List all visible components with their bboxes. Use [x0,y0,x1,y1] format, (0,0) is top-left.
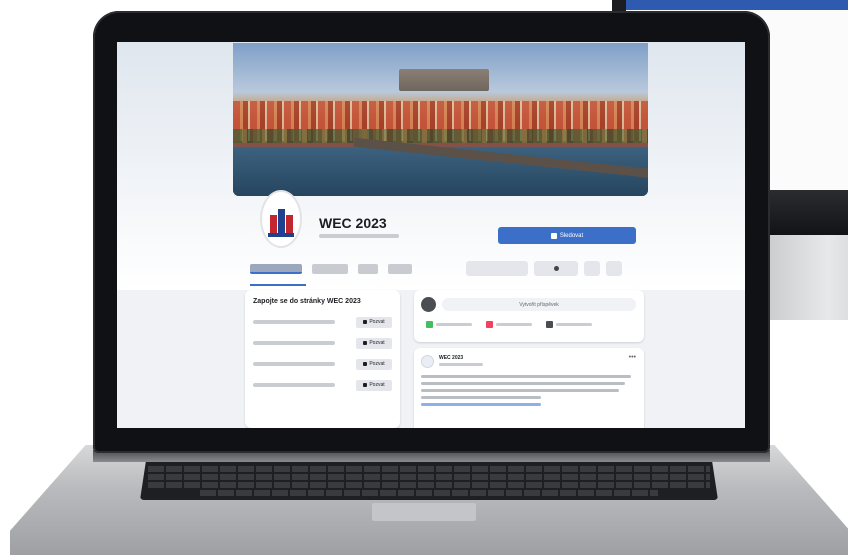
page-avatar[interactable] [260,190,302,248]
page-subtitle-placeholder [319,234,399,238]
composer-photo-action[interactable] [426,321,472,328]
laptop-keyboard [140,462,718,500]
keyboard-row [148,482,710,488]
post-link[interactable] [421,403,541,406]
post-timestamp-placeholder [439,363,483,366]
message-chip[interactable] [466,261,528,276]
like-chip[interactable] [534,261,578,276]
cover-trees [233,129,648,143]
composer-avatar [421,297,436,312]
invite-row-text [253,362,335,366]
action-label-placeholder [436,323,472,326]
invite-row: Pozvat [253,376,392,394]
composer-tag-action[interactable] [546,321,592,328]
laptop-screen: WEC 2023 Sledovat Zapojte se do stránky … [117,42,745,428]
person-icon [546,321,553,328]
more-chip[interactable] [606,261,622,276]
invite-button[interactable]: Pozvat [356,337,392,349]
product-mockup-scene: WEC 2023 Sledovat Zapojte se do stránky … [0,0,848,559]
invite-button[interactable]: Pozvat [356,379,392,391]
logo-tower [286,215,293,233]
photo-icon [426,321,433,328]
cover-castle [399,69,489,91]
invite-icon [363,362,368,366]
post-composer: Vytvořit příspěvek [414,290,644,342]
tab-photos[interactable] [358,264,378,274]
post-body [421,375,635,406]
action-label-placeholder [496,323,532,326]
tab-actions [466,261,622,276]
invite-icon [363,341,368,345]
invite-icon [363,320,368,324]
invite-row-text [253,320,335,324]
post-text-line [421,389,619,392]
follow-button[interactable]: Sledovat [498,227,636,244]
invite-card: Zapojte se do stránky WEC 2023 Pozvat Po… [245,290,400,428]
monitor-screen-header-bar [626,0,848,10]
logo-tower [278,209,285,233]
post-text-line [421,396,541,399]
invite-button-label: Pozvat [369,382,385,388]
page-title: WEC 2023 [319,215,387,231]
active-tab-indicator [250,284,306,286]
post-text-line [421,375,631,378]
keyboard-row [200,490,658,496]
search-chip[interactable] [584,261,600,276]
follow-button-label: Sledovat [559,232,584,239]
page-tabs [250,264,412,274]
invite-row-text [253,383,335,387]
invite-button[interactable]: Pozvat [356,316,392,328]
invite-button-label: Pozvat [369,340,385,346]
tab-about[interactable] [312,264,348,274]
logo-baseline [268,233,294,237]
invite-card-title: Zapojte se do stránky WEC 2023 [253,298,361,305]
location-icon [486,321,493,328]
invite-button-label: Pozvat [369,361,385,367]
invite-icon [363,383,368,387]
tab-posts[interactable] [250,264,302,274]
invite-row: Pozvat [253,355,392,373]
post-author-name[interactable]: WEC 2023 [439,355,463,361]
cover-photo-prague[interactable] [233,43,648,196]
laptop-touchpad [372,503,476,521]
action-label-placeholder [556,323,592,326]
invite-button[interactable]: Pozvat [356,358,392,370]
post-author-avatar[interactable] [421,355,434,368]
like-icon [553,266,559,271]
composer-input[interactable]: Vytvořit příspěvek [442,298,636,311]
follow-icon [550,232,557,239]
wec-logo-icon [266,201,296,237]
composer-actions [426,321,592,328]
monitor-stand [762,235,848,320]
keyboard-row [148,474,710,480]
keyboard-row [148,466,710,472]
invite-button-label: Pozvat [369,319,385,325]
invite-row: Pozvat [253,313,392,331]
invite-row-text [253,341,335,345]
more-horizontal-icon[interactable]: ••• [629,354,636,361]
post-text-line [421,382,625,385]
logo-tower [270,215,277,233]
feed-post: WEC 2023 ••• [414,348,644,428]
tab-more[interactable] [388,264,412,274]
composer-checkin-action[interactable] [486,321,532,328]
invite-row: Pozvat [253,334,392,352]
